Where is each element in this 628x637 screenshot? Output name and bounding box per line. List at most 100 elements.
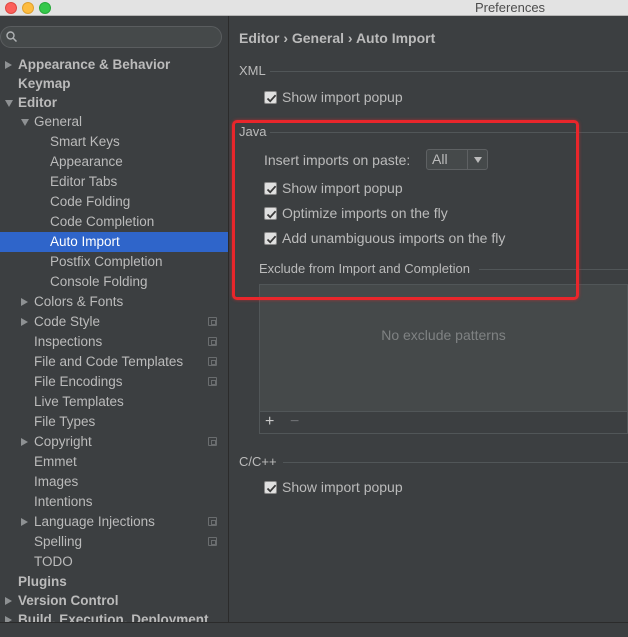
checkmark-icon [266,94,277,103]
sidebar-item-label: Images [34,474,79,489]
sidebar-item-code-completion[interactable]: Code Completion [0,212,228,232]
sidebar-item-auto-import[interactable]: Auto Import [0,232,228,252]
sidebar-item-console-folding[interactable]: Console Folding [0,272,228,292]
insert-imports-value: All [432,151,448,167]
sidebar-item-label: Plugins [18,574,67,589]
sidebar-item-appearance[interactable]: Appearance [0,152,228,172]
optimize-imports-checkbox[interactable] [264,207,277,220]
collapsed-arrow-icon[interactable] [5,61,12,69]
settings-search-input[interactable] [0,26,222,48]
sidebar-item-code-style[interactable]: Code Style [0,312,228,332]
xml-divider [270,71,628,72]
cpp-show-import-popup-checkbox[interactable] [264,481,277,494]
java-show-import-popup-checkbox[interactable] [264,182,277,195]
checkmark-icon [266,185,277,194]
project-scope-icon [208,537,217,546]
settings-tree: Appearance & Behavior Keymap Editor General… [0,55,228,629]
breadcrumb: Editor › General › Auto Import [239,30,436,46]
zoom-window-button[interactable] [39,2,51,14]
expanded-arrow-icon[interactable] [21,119,29,126]
sidebar-item-spelling[interactable]: Spelling [0,532,228,552]
bottom-bar [0,622,628,637]
minimize-window-button[interactable] [22,2,34,14]
add-unambiguous-imports-label: Add unambiguous imports on the fly [282,230,506,246]
sidebar-item-emmet[interactable]: Emmet [0,452,228,472]
xml-show-import-popup-checkbox[interactable] [264,91,277,104]
project-scope-icon [208,517,217,526]
checkmark-icon [266,484,277,493]
sidebar-item-file-and-code-templates[interactable]: File and Code Templates [0,352,228,372]
collapsed-arrow-icon[interactable] [21,518,28,526]
sidebar-item-intentions[interactable]: Intentions [0,492,228,512]
sidebar-item-colors-fonts[interactable]: Colors & Fonts [0,292,228,312]
sidebar-item-todo[interactable]: TODO [0,552,228,572]
sidebar-item-label: Auto Import [50,234,120,249]
xml-section-title: XML [239,63,266,78]
sidebar-item-label: File Types [34,414,96,429]
sidebar-item-general[interactable]: General [0,112,228,132]
cpp-divider [283,462,628,463]
sidebar-item-file-encodings[interactable]: File Encodings [0,372,228,392]
exclude-patterns-list[interactable]: No exclude patterns + − [259,284,628,434]
settings-content: Editor › General › Auto Import XML Show … [230,16,628,637]
sidebar-item-label: Smart Keys [50,134,120,149]
sidebar-item-label: Keymap [18,76,71,91]
add-pattern-button[interactable]: + [265,413,274,431]
expanded-arrow-icon[interactable] [5,100,13,107]
collapsed-arrow-icon[interactable] [21,298,28,306]
close-window-button[interactable] [5,2,17,14]
sidebar-item-label: Appearance [50,154,123,169]
insert-imports-label: Insert imports on paste: [264,152,411,168]
chevron-down-icon [474,157,482,163]
sidebar-item-label: Editor Tabs [50,174,118,189]
java-show-import-popup-label: Show import popup [282,180,403,196]
add-unambiguous-imports-checkbox[interactable] [264,232,277,245]
sidebar-item-images[interactable]: Images [0,472,228,492]
project-scope-icon [208,337,217,346]
sidebar-item-inspections[interactable]: Inspections [0,332,228,352]
project-scope-icon [208,357,217,366]
checkmark-icon [266,235,277,244]
settings-sidebar: Appearance & Behavior Keymap Editor General… [0,16,229,637]
sidebar-item-appearance-behavior[interactable]: Appearance & Behavior [0,55,228,74]
sidebar-item-label: Version Control [18,593,119,608]
empty-list-text: No exclude patterns [381,327,506,343]
sidebar-item-editor-tabs[interactable]: Editor Tabs [0,172,228,192]
xml-show-import-popup-label: Show import popup [282,89,403,105]
remove-pattern-button[interactable]: − [290,413,299,431]
project-scope-icon [208,437,217,446]
project-scope-icon [208,377,217,386]
java-section-title: Java [239,124,267,139]
insert-imports-select[interactable]: All [426,149,488,170]
cpp-section-title: C/C++ [239,454,277,469]
sidebar-item-editor[interactable]: Editor [0,93,228,112]
sidebar-item-label: Language Injections [34,514,155,529]
sidebar-item-code-folding[interactable]: Code Folding [0,192,228,212]
java-divider [270,132,628,133]
sidebar-item-label: Console Folding [50,274,148,289]
window-title: Preferences [474,0,546,15]
sidebar-item-label: Code Completion [50,214,155,229]
sidebar-item-label: Live Templates [34,394,124,409]
checkmark-icon [266,210,277,219]
sidebar-item-live-templates[interactable]: Live Templates [0,392,228,412]
title-bar: Preferences [0,0,628,16]
sidebar-item-label: Appearance & Behavior [18,57,171,72]
sidebar-item-postfix-completion[interactable]: Postfix Completion [0,252,228,272]
sidebar-item-copyright[interactable]: Copyright [0,432,228,452]
exclude-list-toolbar: + − [260,411,627,433]
sidebar-item-label: Code Folding [50,194,131,209]
collapsed-arrow-icon[interactable] [21,318,28,326]
exclude-section-title: Exclude from Import and Completion [259,261,470,276]
sidebar-item-label: Intentions [34,494,93,509]
sidebar-item-file-types[interactable]: File Types [0,412,228,432]
sidebar-item-label: Spelling [34,534,83,549]
sidebar-item-language-injections[interactable]: Language Injections [0,512,228,532]
collapsed-arrow-icon[interactable] [21,438,28,446]
collapsed-arrow-icon[interactable] [5,597,12,605]
cpp-show-import-popup-label: Show import popup [282,479,403,495]
sidebar-item-plugins[interactable]: Plugins [0,572,228,591]
sidebar-item-version-control[interactable]: Version Control [0,591,228,610]
sidebar-item-smart-keys[interactable]: Smart Keys [0,132,228,152]
sidebar-item-keymap[interactable]: Keymap [0,74,228,93]
